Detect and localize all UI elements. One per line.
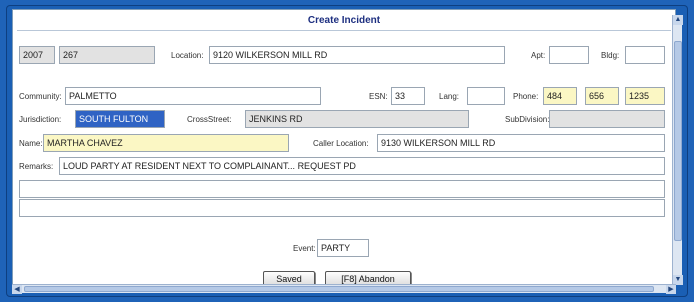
title-divider <box>17 30 671 31</box>
create-incident-form: Create Incident 2007 267 Location: 9120 … <box>12 9 676 288</box>
form-title: Create Incident <box>307 15 381 26</box>
subdivision-label: SubDivision: <box>505 115 550 124</box>
scroll-left-icon[interactable]: ◀ <box>12 285 22 294</box>
phone-area-input[interactable]: 484 <box>543 87 577 105</box>
incident-year-field: 2007 <box>19 46 55 64</box>
lang-input[interactable] <box>467 87 505 105</box>
caller-location-input[interactable]: 9130 WILKERSON MILL RD <box>377 134 665 152</box>
scroll-right-icon[interactable]: ▶ <box>666 285 676 294</box>
apt-label: Apt: <box>531 51 546 60</box>
subdivision-field <box>549 110 665 128</box>
crossstreet-field: JENKINS RD <box>245 110 469 128</box>
lang-label: Lang: <box>439 92 460 101</box>
remarks-line-3[interactable] <box>19 199 665 217</box>
incident-window: Create Incident 2007 267 Location: 9120 … <box>6 5 688 297</box>
phone-line-input[interactable]: 1235 <box>625 87 665 105</box>
horizontal-scroll-thumb[interactable] <box>24 286 654 292</box>
esn-label: ESN: <box>369 92 388 101</box>
community-label: Community: <box>19 92 62 101</box>
community-input[interactable]: PALMETTO <box>65 87 321 105</box>
scroll-up-icon[interactable]: ▲ <box>673 15 683 25</box>
vertical-scrollbar[interactable]: ▲ ▼ <box>672 15 683 285</box>
jurisdiction-label: Jurisdiction: <box>19 115 62 124</box>
remarks-label: Remarks: <box>19 162 54 171</box>
caller-name-input[interactable]: MARTHA CHAVEZ <box>43 134 289 152</box>
apt-input[interactable] <box>549 46 589 64</box>
caller-location-label: Caller Location: <box>313 139 369 148</box>
event-label: Event: <box>293 244 316 253</box>
incident-number-field: 267 <box>59 46 155 64</box>
bldg-label: Bldg: <box>601 51 620 60</box>
vertical-scroll-thumb[interactable] <box>674 41 682 241</box>
esn-input[interactable]: 33 <box>391 87 425 105</box>
location-label: Location: <box>171 51 204 60</box>
event-input[interactable]: PARTY <box>317 239 369 257</box>
remarks-input[interactable]: LOUD PARTY AT RESIDENT NEXT TO COMPLAINA… <box>59 157 665 175</box>
phone-label: Phone: <box>513 92 539 101</box>
location-input[interactable]: 9120 WILKERSON MILL RD <box>209 46 505 64</box>
jurisdiction-select[interactable]: SOUTH FULTON <box>75 110 165 128</box>
bldg-input[interactable] <box>625 46 665 64</box>
phone-prefix-input[interactable]: 656 <box>585 87 619 105</box>
name-label: Name: <box>19 139 43 148</box>
horizontal-scrollbar[interactable]: ◀ ▶ <box>12 284 676 294</box>
remarks-line-2[interactable] <box>19 180 665 198</box>
crossstreet-label: CrossStreet: <box>187 115 232 124</box>
